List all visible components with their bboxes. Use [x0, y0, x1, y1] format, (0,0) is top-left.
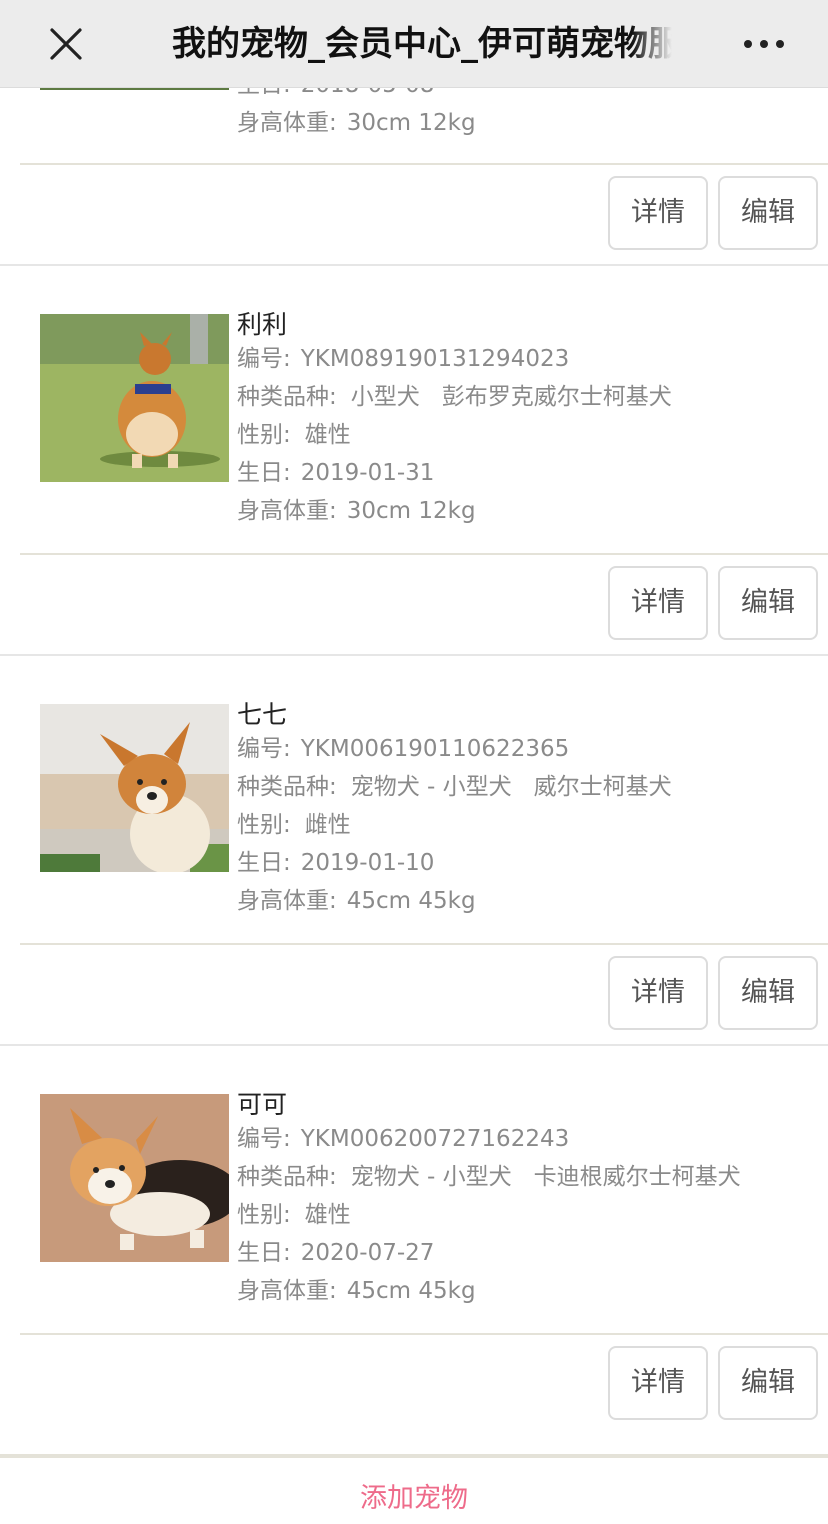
page-title: 我的宠物_会员中心_伊可萌宠物服: [172, 22, 672, 66]
detail-button[interactable]: 详情: [608, 176, 708, 250]
birthday-row: 生日: 2019-01-31: [237, 460, 435, 486]
gender-row: 性别: 雄性: [237, 1202, 351, 1228]
add-pet-bar: 添加宠物: [0, 1454, 828, 1524]
pet-photo-qiqi[interactable]: [40, 704, 229, 872]
edit-button[interactable]: 编辑: [718, 1346, 818, 1420]
card-divider: [20, 163, 828, 165]
pet-list: 生日:2018-05-08 身高体重:30cm 12kg 详情 编辑: [0, 0, 828, 1524]
birthday-row: 生日: 2020-07-27: [237, 1240, 435, 1266]
gender-row: 性别: 雌性: [237, 812, 351, 838]
id-row: 编号: YKM006190110622365: [237, 736, 570, 762]
card-separator: [0, 1044, 828, 1046]
card-divider: [20, 553, 828, 555]
more-icon[interactable]: [744, 40, 784, 50]
size-row: 身高体重: 30cm 12kg: [237, 110, 476, 136]
top-bar: 我的宠物_会员中心_伊可萌宠物服: [0, 0, 828, 88]
size-row: 身高体重: 45cm 45kg: [237, 888, 476, 914]
id-row: 编号: YKM089190131294023: [237, 346, 570, 372]
size-row: 身高体重: 30cm 12kg: [237, 498, 476, 524]
pet-name: 利利: [237, 310, 288, 339]
birthday-row: 生日: 2019-01-10: [237, 850, 435, 876]
detail-button[interactable]: 详情: [608, 566, 708, 640]
pet-photo-lili[interactable]: [40, 314, 229, 482]
detail-button[interactable]: 详情: [608, 1346, 708, 1420]
card-separator: [0, 654, 828, 656]
gender-row: 性别: 雄性: [237, 422, 351, 448]
pet-photo-keke[interactable]: [40, 1094, 229, 1262]
card-divider: [20, 1333, 828, 1335]
detail-button[interactable]: 详情: [608, 956, 708, 1030]
edit-button[interactable]: 编辑: [718, 566, 818, 640]
close-icon[interactable]: [44, 22, 88, 66]
breed-row: 种类品种: 小型犬 彭布罗克威尔士柯基犬: [237, 384, 672, 410]
card-separator: [0, 264, 828, 266]
pet-name: 可可: [237, 1090, 288, 1119]
breed-row: 种类品种: 宠物犬 - 小型犬 威尔士柯基犬: [237, 774, 672, 800]
id-row: 编号: YKM006200727162243: [237, 1126, 570, 1152]
card-divider: [20, 943, 828, 945]
breed-row: 种类品种: 宠物犬 - 小型犬 卡迪根威尔士柯基犬: [237, 1164, 741, 1190]
size-row: 身高体重: 45cm 45kg: [237, 1278, 476, 1304]
add-pet-button[interactable]: 添加宠物: [0, 1458, 828, 1524]
edit-button[interactable]: 编辑: [718, 956, 818, 1030]
pet-name: 七七: [237, 700, 288, 729]
edit-button[interactable]: 编辑: [718, 176, 818, 250]
